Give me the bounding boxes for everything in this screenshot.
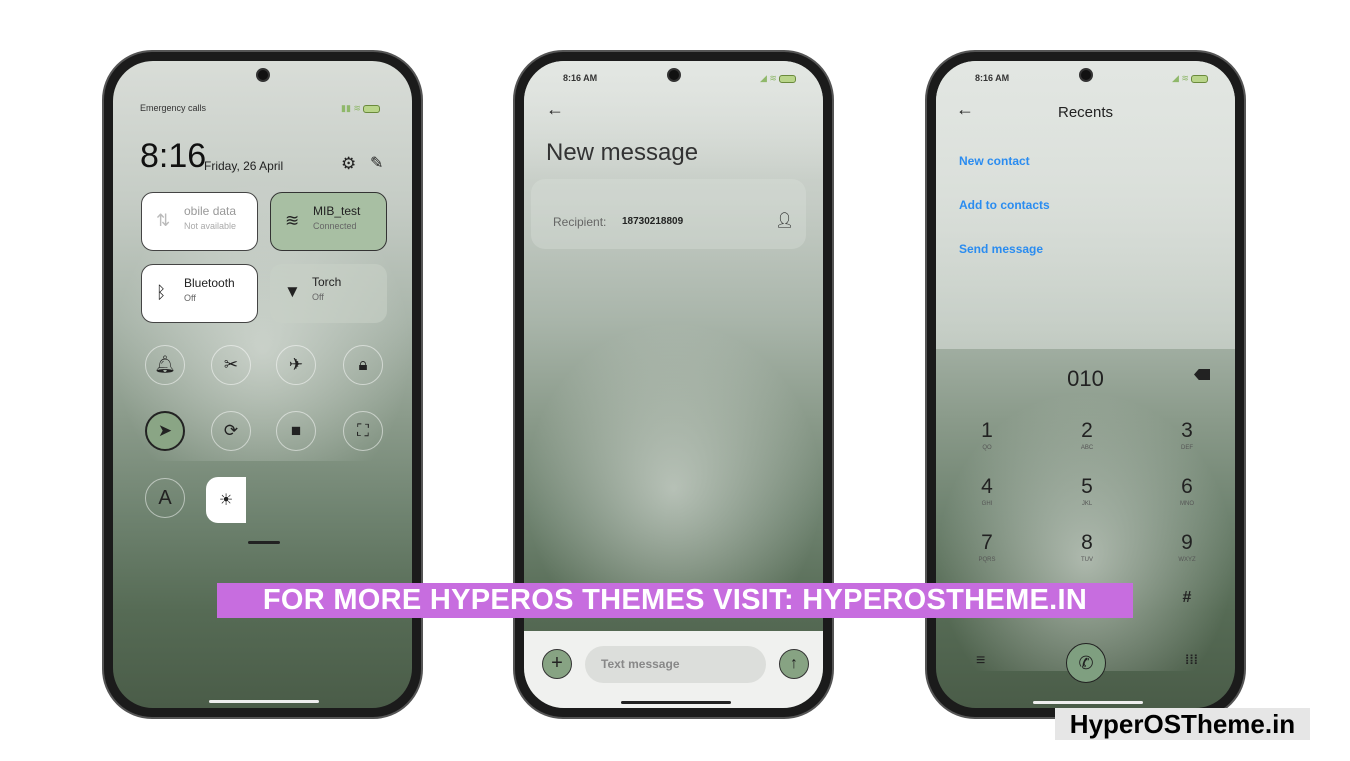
edit-icon[interactable]: ✎ [370,153,383,173]
key-1[interactable]: 1 QO [957,419,1017,451]
page-title: New message [546,139,699,166]
key-letters: GHI [981,501,993,507]
key-digit: 4 [981,475,993,498]
new-contact-link[interactable]: New contact [959,154,1030,168]
key-5[interactable]: 5 JKL [1057,475,1117,507]
airplane-icon[interactable]: ✈ [276,345,316,385]
page-title: Recents [1057,104,1114,121]
camera [1079,68,1093,82]
home-indicator[interactable] [1033,701,1143,704]
font-toggle[interactable]: A [145,478,185,518]
tile-bluetooth[interactable]: ᛒ Bluetooth Off [141,264,258,323]
menu-icon[interactable]: ≡ [976,652,985,670]
signal-wifi-icon: ▮▮ ≋ [341,103,381,114]
dialpad-icon[interactable]: ⁞⁞⁞ [1185,652,1198,667]
key-digit: 2 [1081,419,1093,442]
recipient-label: Recipient: [553,215,607,229]
key-3[interactable]: 3 DEF [1157,419,1217,451]
key-digit: 1 [981,419,993,442]
date: Friday, 26 April [204,159,284,173]
send-message-link[interactable]: Send message [959,242,1043,256]
key-digit: 8 [1081,531,1093,554]
phone-icon: ✆ [1078,653,1094,673]
signal-wifi-icon: ◢ ≋ [1172,73,1209,84]
phone-dialer: 8:16 AM ◢ ≋ ← Recents New contact Add to… [925,50,1246,719]
location-icon[interactable]: ➤ [145,411,185,451]
home-indicator[interactable] [621,701,731,704]
key-8[interactable]: 8 TUV [1057,531,1117,563]
torch-icon: ▼ [284,282,301,301]
key-letters: TUV [1081,557,1093,563]
key-letters: DEF [1181,445,1193,451]
key-digit: 6 [1181,475,1193,498]
data-icon: ⇅ [156,211,171,230]
status-text: Emergency calls [140,103,207,113]
phone-new-message: 8:16 AM ◢ ≋ ← New message Recipient: 187… [513,50,834,719]
watermark-logo: HyperOSTheme.in [1055,708,1310,740]
home-indicator[interactable] [209,700,319,703]
signal-wifi-icon: ◢ ≋ [760,73,797,84]
status-time: 8:16 AM [563,73,598,83]
phone-control-center: Emergency calls ▮▮ ≋ 8:16 Friday, 26 Apr… [102,50,423,719]
battery-icon [779,74,797,83]
key-7[interactable]: 7 PQRS [957,531,1017,563]
rotation-lock-icon[interactable]: ⟳ [211,411,251,451]
key-letters: WXYZ [1178,557,1196,563]
battery-icon [1191,74,1209,83]
brightness-slider[interactable]: ☀ [206,477,246,523]
key-letters: ABC [1080,445,1094,451]
message-input[interactable]: Text message [585,646,766,683]
key-2[interactable]: 2 ABC [1057,419,1117,451]
add-to-contacts-link[interactable]: Add to contacts [959,198,1050,212]
key-digit: 5 [1081,475,1093,498]
lock-icon[interactable]: 🔒︎ [343,345,383,385]
add-attachment-button[interactable]: + [542,649,572,679]
key-hash[interactable]: # [1157,589,1217,607]
contact-picker-icon[interactable]: 👤︎ [775,211,794,229]
key-9[interactable]: 9 WXYZ [1157,531,1217,563]
bluetooth-icon: ᛒ [156,283,167,302]
recipient-card [531,179,806,249]
key-6[interactable]: 6 MNO [1157,475,1217,507]
scan-icon[interactable]: ⛶ [343,411,383,451]
back-arrow-icon[interactable]: ← [546,99,564,120]
key-digit: 9 [1181,531,1193,554]
key-digit: 3 [1181,419,1193,442]
bell-icon[interactable]: 🔔︎ [145,345,185,385]
key-letters: JKL [1081,501,1093,507]
recipient-input[interactable]: 18730218809 [622,216,683,227]
tile-torch[interactable]: ▼ Torch Off [270,264,387,323]
promo-banner: FOR MORE HYPEROS THEMES VISIT: HYPEROSTH… [217,583,1133,618]
key-letters: QO [982,445,992,451]
key-4[interactable]: 4 GHI [957,475,1017,507]
call-button[interactable]: ✆ [1066,643,1106,683]
tile-wifi[interactable]: ≋ MIB_test Connected [270,192,387,251]
send-button[interactable]: ↑ [779,649,809,679]
status-time: 8:16 AM [975,73,1010,83]
tile-mobile-data[interactable]: ⇅ obile data Not available [141,192,258,251]
sun-icon: ☀ [218,492,234,509]
screenshot-icon[interactable]: ✂ [211,345,251,385]
battery-icon [363,104,381,113]
drag-handle[interactable] [248,541,280,544]
clock: 8:16 [140,137,207,175]
camera [667,68,681,82]
video-icon[interactable]: ■ [276,411,316,451]
camera [256,68,270,82]
wifi-icon: ≋ [285,211,300,230]
settings-icon[interactable]: ⚙ [341,154,356,174]
key-letters: MNO [1180,501,1194,507]
dialed-number: 010 [1067,366,1104,391]
key-letters: PQRS [978,557,996,563]
key-digit: 7 [981,531,993,554]
